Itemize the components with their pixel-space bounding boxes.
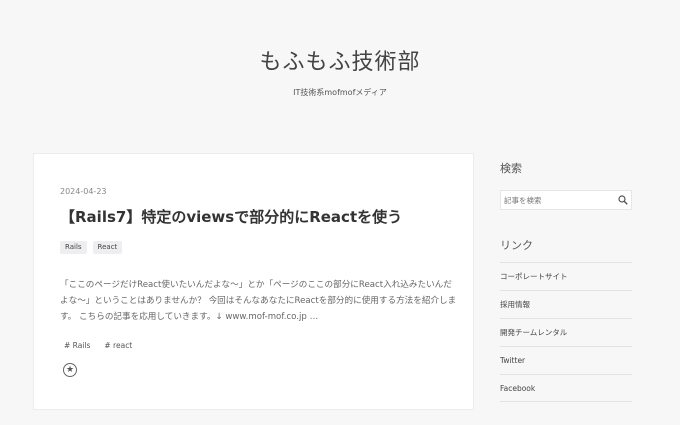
tag-rails[interactable]: # Rails <box>64 341 90 350</box>
category-list: Rails React <box>60 241 123 254</box>
site-title[interactable]: もふもふ技術部 <box>0 44 680 76</box>
link-twitter[interactable]: Twitter <box>500 346 632 374</box>
link-list: コーポレートサイト 採用情報 開発チームレンタル Twitter Faceboo… <box>500 262 632 402</box>
site-header: もふもふ技術部 IT技術系mofmofメディア <box>0 0 680 140</box>
tag-react[interactable]: # react <box>104 341 132 350</box>
search-heading: 検索 <box>500 162 522 175</box>
article-title[interactable]: 【Rails7】特定のviewsで部分的にReactを使う <box>60 206 402 227</box>
link-facebook[interactable]: Facebook <box>500 374 632 402</box>
site-tagline: IT技術系mofmofメディア <box>293 88 387 97</box>
category-react[interactable]: React <box>92 241 123 254</box>
star-circle-icon[interactable]: ★ <box>63 363 77 377</box>
links-heading: リンク <box>500 239 533 252</box>
link-recruit[interactable]: 採用情報 <box>500 290 632 318</box>
tag-list: # Rails # react <box>64 341 132 350</box>
link-dev-team-rental[interactable]: 開発チームレンタル <box>500 318 632 346</box>
search-input[interactable] <box>501 191 613 209</box>
category-rails[interactable]: Rails <box>60 241 87 254</box>
search-icon[interactable] <box>618 195 628 205</box>
article-card: 2024-04-23 【Rails7】特定のviewsで部分的にReactを使う… <box>33 153 474 410</box>
link-corporate[interactable]: コーポレートサイト <box>500 262 632 290</box>
search-box <box>500 190 632 210</box>
sidebar: 検索 リンク コーポレートサイト 採用情報 開発チームレンタル Twitter … <box>500 160 632 402</box>
article-date: 2024-04-23 <box>60 187 107 196</box>
article-excerpt: 「ここのページだけReact使いたいんだよな〜」とか「ページのここの部分にRea… <box>60 280 457 322</box>
